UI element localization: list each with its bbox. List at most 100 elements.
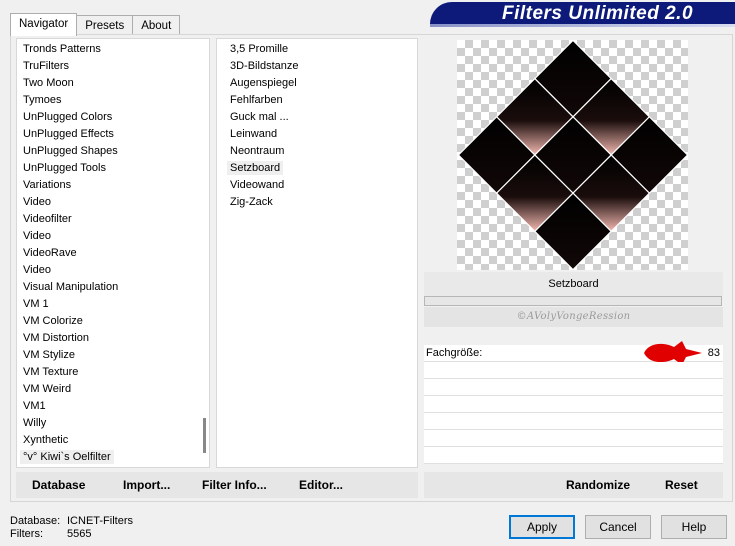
editor-button[interactable]: Editor... <box>299 478 343 492</box>
param-row[interactable] <box>424 396 723 413</box>
filter-item-label: Leinwand <box>230 128 278 140</box>
category-item-label: Video <box>23 264 51 276</box>
import-button[interactable]: Import... <box>123 478 170 492</box>
category-list[interactable]: Tronds Patterns TruFilters Two Moon Tymoes U… <box>16 38 210 468</box>
category-item[interactable]: Videofilter <box>17 211 209 228</box>
filters-count-value: 5565 <box>67 528 92 540</box>
category-item[interactable]: UnPlugged Colors <box>17 109 209 126</box>
param-label: Fachgröße: <box>426 347 483 359</box>
category-item[interactable]: UnPlugged Effects <box>17 126 209 143</box>
category-item[interactable]: Tronds Patterns <box>17 41 209 58</box>
category-item[interactable]: Willy <box>17 415 209 432</box>
category-item-label: Willy <box>23 417 47 429</box>
category-item[interactable]: VM Texture <box>17 364 209 381</box>
category-item-label: UnPlugged Effects <box>23 128 114 140</box>
param-value-slider[interactable]: 83 <box>708 347 720 359</box>
category-item[interactable]: VM Distortion <box>17 330 209 347</box>
reset-button[interactable]: Reset <box>665 478 698 492</box>
progress-bar <box>424 296 722 306</box>
category-item[interactable]: °v° Kiwi`s Oelfilter <box>17 449 209 466</box>
category-item[interactable]: Tymoes <box>17 92 209 109</box>
help-button[interactable]: Help <box>661 515 727 539</box>
category-item[interactable]: UnPlugged Tools <box>17 160 209 177</box>
setzboard-preview <box>457 40 688 270</box>
category-item-label: UnPlugged Tools <box>23 162 106 174</box>
param-row[interactable] <box>424 430 723 447</box>
category-item[interactable]: VM Weird <box>17 381 209 398</box>
filter-item-label: Guck mal ... <box>230 111 289 123</box>
filter-list[interactable]: 3,5 Promille 3D-Bildstanze Augenspiegel Feh… <box>216 38 418 468</box>
category-item[interactable]: VM Colorize <box>17 313 209 330</box>
filters-count-label: Filters: <box>10 528 43 540</box>
tab-navigator[interactable]: Navigator <box>10 13 78 36</box>
category-item[interactable]: Video <box>17 262 209 279</box>
filter-info-button[interactable]: Filter Info... <box>202 478 267 492</box>
category-item-label: VM 1 <box>23 298 49 310</box>
category-item-label: TruFilters <box>23 60 70 72</box>
database-label: Database: <box>10 515 61 527</box>
filter-item[interactable]: Videowand <box>217 177 417 194</box>
filter-item-label: Augenspiegel <box>230 77 297 89</box>
filter-item[interactable]: Fehlfarben <box>217 92 417 109</box>
category-item[interactable]: Visual Manipulation <box>17 279 209 296</box>
category-item[interactable]: Xynthetic <box>17 432 209 449</box>
param-row-fachgroesse[interactable]: Fachgröße: 83 <box>424 341 723 365</box>
filter-item[interactable]: Setzboard <box>217 160 417 177</box>
filter-item[interactable]: Leinwand <box>217 126 417 143</box>
category-item[interactable]: Video <box>17 228 209 245</box>
category-item-label: Tymoes <box>23 94 62 106</box>
filter-item[interactable]: Guck mal ... <box>217 109 417 126</box>
filter-item-label: 3,5 Promille <box>230 43 289 55</box>
category-item-label: Video <box>23 196 51 208</box>
filter-item[interactable]: Zig-Zack <box>217 194 417 211</box>
selected-filter-name: Setzboard <box>424 272 723 296</box>
cancel-button[interactable]: Cancel <box>585 515 651 539</box>
category-item-label: VM Texture <box>23 366 79 378</box>
app-banner-title: Filters Unlimited 2.0 <box>430 2 735 24</box>
filter-item[interactable]: Neontraum <box>217 143 417 160</box>
category-item-label: VM Weird <box>23 383 72 395</box>
category-item[interactable]: TruFilters <box>17 58 209 75</box>
category-item[interactable]: VM Stylize <box>17 347 209 364</box>
category-item[interactable]: VM 1 <box>17 296 209 313</box>
filter-item[interactable]: 3D-Bildstanze <box>217 58 417 75</box>
tab-about[interactable]: About <box>132 15 181 35</box>
filter-item-label: 3D-Bildstanze <box>230 60 299 72</box>
category-item-label: UnPlugged Colors <box>23 111 113 123</box>
category-item-label: Visual Manipulation <box>23 281 119 293</box>
category-item[interactable]: VM1 <box>17 398 209 415</box>
status-area: Database: ICNET-Filters Filters: 5565 <box>10 515 133 541</box>
param-row[interactable] <box>424 413 723 430</box>
category-scrollbar-thumb[interactable] <box>203 418 206 453</box>
category-item-label: °v° Kiwi`s Oelfilter <box>20 450 114 464</box>
param-row[interactable] <box>424 447 723 464</box>
banner-underline <box>430 24 735 27</box>
filter-items: 3,5 Promille 3D-Bildstanze Augenspiegel Feh… <box>217 39 417 211</box>
category-items: Tronds Patterns TruFilters Two Moon Tymoes U… <box>17 39 209 466</box>
param-row[interactable] <box>424 379 723 396</box>
filter-item-label: Setzboard <box>227 161 284 175</box>
category-item[interactable]: UnPlugged Shapes <box>17 143 209 160</box>
filter-item-label: Videowand <box>230 179 285 191</box>
category-item[interactable]: Video <box>17 194 209 211</box>
category-item-label: Xynthetic <box>23 434 69 446</box>
category-item[interactable]: Variations <box>17 177 209 194</box>
parameter-table: Fachgröße: 83 <box>424 341 723 464</box>
category-item[interactable]: Two Moon <box>17 75 209 92</box>
category-item-label: VM Distortion <box>23 332 90 344</box>
database-value: ICNET-Filters <box>67 515 133 527</box>
tab-presets[interactable]: Presets <box>76 15 134 35</box>
apply-button[interactable]: Apply <box>509 515 575 539</box>
database-button[interactable]: Database <box>32 478 85 492</box>
category-item[interactable]: VideoRave <box>17 245 209 262</box>
filter-item-label: Neontraum <box>230 145 285 157</box>
category-item-label: Videofilter <box>23 213 72 225</box>
filter-item[interactable]: Augenspiegel <box>217 75 417 92</box>
left-button-strip: Database Import... Filter Info... Editor… <box>16 472 418 498</box>
category-item-label: VM Colorize <box>23 315 83 327</box>
randomize-button[interactable]: Randomize <box>566 478 630 492</box>
filter-item[interactable]: 3,5 Promille <box>217 41 417 58</box>
category-item-label: UnPlugged Shapes <box>23 145 118 157</box>
param-row[interactable] <box>424 362 723 379</box>
right-button-strip: Randomize Reset <box>424 472 723 498</box>
